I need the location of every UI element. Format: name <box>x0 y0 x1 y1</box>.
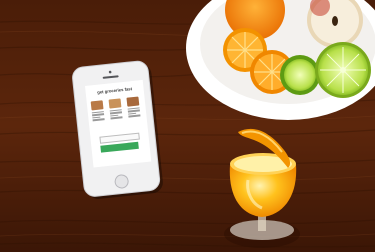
app-product-card[interactable] <box>108 98 125 127</box>
product-image <box>90 100 104 111</box>
app-title: get groceries fast <box>96 86 133 95</box>
app-product-card[interactable] <box>125 96 142 125</box>
product-image <box>108 98 122 109</box>
phone-screen: get groceries fast <box>85 79 152 168</box>
app-cta-button[interactable] <box>100 141 139 153</box>
scene-artwork <box>0 0 375 252</box>
app-product-card[interactable] <box>90 100 107 129</box>
photo-scene: get groceries fast <box>0 0 375 252</box>
product-image <box>126 96 140 107</box>
